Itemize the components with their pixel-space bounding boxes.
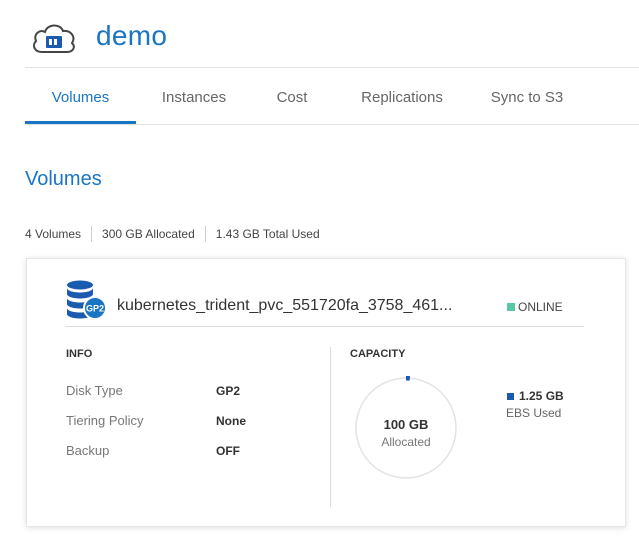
volume-name[interactable]: kubernetes_trident_pvc_551720fa_3758_461… [117,297,452,315]
tab-sync-to-s3[interactable]: Sync to S3 [477,68,577,125]
allocated-label: Allocated [381,435,431,449]
disk-type-badge: GP2 [86,304,104,314]
section-title: Volumes [25,168,102,190]
tiering-policy-value: None [216,414,246,428]
cloud-storage-icon [33,24,75,53]
backup-label: Backup [66,443,110,458]
tabs-divider [25,124,639,125]
database-icon: GP2 [67,280,107,320]
app-title: demo [96,20,168,51]
tab-volumes[interactable]: Volumes [25,68,136,125]
tab-cost[interactable]: Cost [256,68,328,125]
allocated-total: 300 GB Allocated [102,227,195,241]
backup-value: OFF [216,444,240,458]
ebs-used-label: EBS Used [506,406,562,420]
tab-instances[interactable]: Instances [144,68,244,125]
summary-separator [204,226,206,242]
ebs-used-amount: 1.25 GB [519,389,564,403]
section-divider [330,347,331,507]
used-total: 1.43 GB Total Used [215,227,320,241]
volume-count: 4 Volumes [25,227,82,241]
card-divider [65,326,584,327]
summary-separator [91,226,93,242]
capacity-heading: CAPACITY [350,348,406,360]
page-header: demo [0,0,639,68]
status-badge: ONLINE [507,300,563,314]
disk-type-label: Disk Type [66,383,123,398]
volume-summary: 4 Volumes 300 GB Allocated 1.43 GB Total… [25,226,320,242]
status-dot [507,303,515,311]
tiering-policy-label: Tiering Policy [66,413,144,428]
tab-replications[interactable]: Replications [341,68,463,125]
disk-type-value: GP2 [216,384,241,398]
status-text: ONLINE [518,300,563,314]
info-heading: INFO [66,348,93,360]
volume-card[interactable]: GP2 kubernetes_trident_pvc_551720fa_3758… [26,258,626,527]
ebs-used-value: 1.25 GB [507,389,564,403]
ebs-legend-swatch [507,392,514,400]
allocated-value: 100 GB [383,417,429,432]
tab-bar: Volumes Instances Cost Replications Sync… [25,68,639,125]
